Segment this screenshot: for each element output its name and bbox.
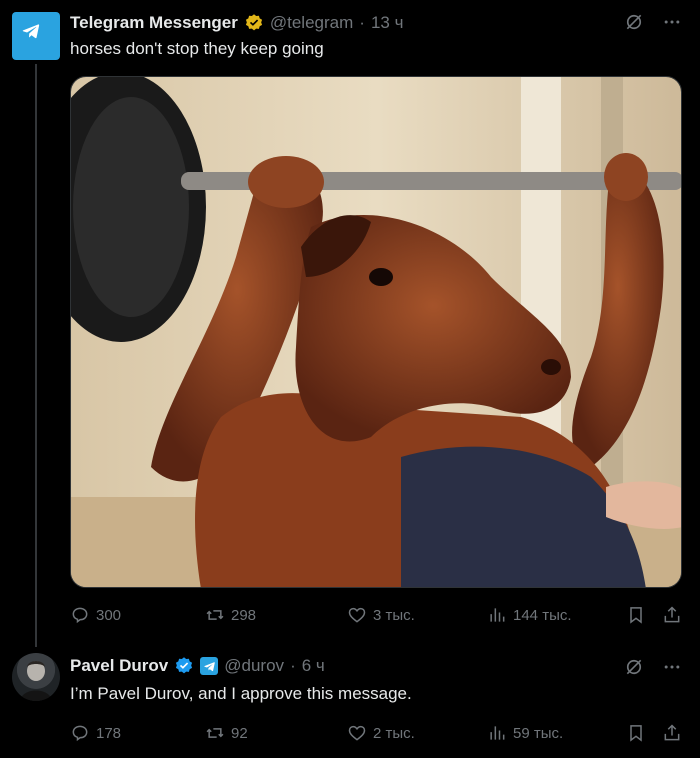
telegram-logo-icon [21, 21, 51, 51]
more-icon[interactable] [662, 12, 682, 32]
views-icon [487, 723, 507, 743]
post2-header: Pavel Durov @durov · 6 ч [70, 655, 325, 677]
repost-button[interactable]: 298 [205, 605, 256, 625]
separator-dot: · [290, 656, 296, 675]
repost-button[interactable]: 92 [205, 723, 248, 743]
post1-header-actions [624, 12, 682, 32]
bookmark-button[interactable] [626, 605, 646, 630]
share-button[interactable] [662, 605, 682, 630]
like-button[interactable]: 3 тыс. [347, 605, 415, 625]
reply-button[interactable]: 178 [70, 723, 121, 743]
post-time[interactable]: 13 ч [371, 13, 404, 33]
views-count: 59 тыс. [513, 724, 564, 742]
post-text: I’m Pavel Durov, and I approve this mess… [70, 684, 412, 703]
post-time[interactable]: 6 ч [302, 656, 325, 676]
post-text: horses don't stop they keep going [70, 39, 324, 58]
author-name[interactable]: Pavel Durov [70, 656, 168, 676]
grok-icon[interactable] [624, 12, 644, 32]
author-handle[interactable]: @telegram [270, 13, 353, 33]
views-button[interactable]: 59 тыс. [487, 723, 563, 743]
telegram-avatar[interactable] [12, 12, 60, 60]
like-icon [347, 605, 367, 625]
separator-dot: · [359, 13, 365, 32]
post1-header: Telegram Messenger @telegram · 13 ч [70, 12, 403, 34]
like-count: 3 тыс. [373, 606, 415, 624]
blue-verified-badge-icon[interactable] [174, 656, 194, 676]
views-icon [487, 605, 507, 625]
repost-count: 92 [231, 724, 248, 742]
like-button[interactable]: 2 тыс. [347, 723, 415, 743]
grok-icon[interactable] [624, 657, 644, 677]
views-count: 144 тыс. [513, 606, 572, 624]
reply-count: 300 [96, 606, 122, 624]
like-count: 2 тыс. [373, 724, 415, 742]
bookmark-icon [626, 605, 646, 625]
author-handle[interactable]: @durov [224, 656, 284, 676]
repost-count: 298 [231, 606, 257, 624]
repost-icon [205, 723, 225, 743]
gold-verified-badge-icon[interactable] [244, 13, 264, 33]
views-button[interactable]: 144 тыс. [487, 605, 572, 625]
like-icon [347, 723, 367, 743]
more-icon[interactable] [662, 657, 682, 677]
reply-count: 178 [96, 724, 122, 742]
bookmark-icon [626, 723, 646, 743]
share-icon [662, 723, 682, 743]
reply-icon [70, 723, 90, 743]
share-icon [662, 605, 682, 625]
thread-connector-line [35, 64, 37, 647]
reply-button[interactable]: 300 [70, 605, 121, 625]
repost-icon [205, 605, 225, 625]
telegram-affiliate-badge-icon[interactable] [200, 657, 219, 675]
pavel-durov-avatar[interactable] [12, 653, 60, 701]
bookmark-button[interactable] [626, 723, 646, 748]
author-name[interactable]: Telegram Messenger [70, 13, 238, 33]
reply-icon [70, 605, 90, 625]
post-media-image[interactable] [70, 76, 682, 588]
share-button[interactable] [662, 723, 682, 748]
post2-header-actions [624, 657, 682, 677]
